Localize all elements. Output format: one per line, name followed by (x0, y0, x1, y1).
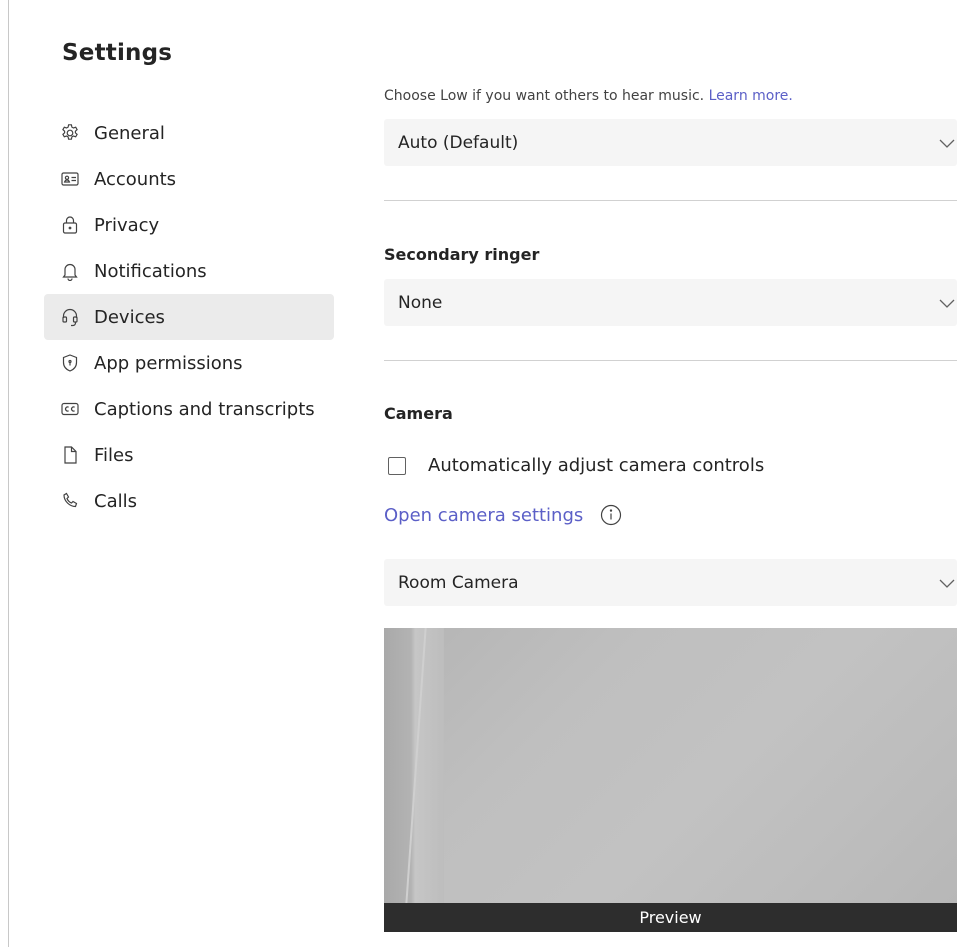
sidebar-item-accounts[interactable]: Accounts (44, 156, 334, 202)
file-icon (59, 444, 81, 466)
secondary-ringer-select[interactable]: None (384, 279, 957, 326)
sidebar-item-app-permissions[interactable]: App permissions (44, 340, 334, 386)
settings-nav: General Accounts Privacy Notifications D… (44, 110, 334, 524)
noise-suppression-select[interactable]: Auto (Default) (384, 119, 957, 166)
noise-suppression-hint: Choose Low if you want others to hear mu… (384, 88, 793, 104)
sidebar-item-label: Accounts (94, 168, 177, 190)
gear-icon (59, 122, 81, 144)
window-left-border (8, 0, 9, 947)
preview-caption-bar: Preview (384, 903, 957, 932)
chevron-down-icon (937, 133, 957, 153)
auto-adjust-camera-checkbox[interactable] (388, 456, 406, 475)
lock-icon (59, 214, 81, 236)
sidebar-item-captions[interactable]: Captions and transcripts (44, 386, 334, 432)
sidebar-item-label: App permissions (94, 352, 243, 374)
sidebar-item-label: General (94, 122, 165, 144)
page-title: Settings (62, 40, 173, 66)
secondary-ringer-title: Secondary ringer (384, 245, 540, 264)
sidebar-item-notifications[interactable]: Notifications (44, 248, 334, 294)
sidebar-item-general[interactable]: General (44, 110, 334, 156)
divider (384, 360, 957, 361)
headset-icon (59, 306, 81, 328)
sidebar-item-calls[interactable]: Calls (44, 478, 334, 524)
id-card-icon (59, 168, 81, 190)
cc-icon (59, 398, 81, 420)
divider (384, 200, 957, 201)
sidebar-item-label: Privacy (94, 214, 160, 236)
sidebar-item-label: Files (94, 444, 134, 466)
preview-label: Preview (639, 908, 702, 927)
bell-icon (59, 260, 81, 282)
learn-more-link[interactable]: Learn more. (709, 88, 793, 104)
device-settings-panel: Choose Low if you want others to hear mu… (384, 0, 957, 947)
chevron-down-icon (937, 293, 957, 313)
auto-adjust-camera-label[interactable]: Automatically adjust camera controls (428, 455, 764, 476)
camera-select[interactable]: Room Camera (384, 559, 957, 606)
select-value: Room Camera (398, 572, 519, 593)
phone-icon (59, 490, 81, 512)
select-value: None (398, 292, 443, 313)
sidebar-item-privacy[interactable]: Privacy (44, 202, 334, 248)
chevron-down-icon (937, 573, 957, 593)
camera-title: Camera (384, 404, 453, 423)
shield-icon (59, 352, 81, 374)
auto-adjust-camera-row[interactable]: Automatically adjust camera controls (388, 455, 764, 476)
sidebar-item-files[interactable]: Files (44, 432, 334, 478)
sidebar-item-label: Notifications (94, 260, 207, 282)
camera-preview: Preview (384, 628, 957, 932)
open-camera-settings-link[interactable]: Open camera settings (384, 505, 583, 526)
open-camera-settings-row: Open camera settings (384, 503, 623, 527)
sidebar-item-devices[interactable]: Devices (44, 294, 334, 340)
hint-text: Choose Low if you want others to hear mu… (384, 88, 705, 104)
info-icon[interactable] (599, 503, 623, 527)
select-value: Auto (Default) (398, 132, 519, 153)
sidebar-item-label: Calls (94, 490, 137, 512)
sidebar-item-label: Captions and transcripts (94, 398, 315, 420)
sidebar-item-label: Devices (94, 306, 165, 328)
